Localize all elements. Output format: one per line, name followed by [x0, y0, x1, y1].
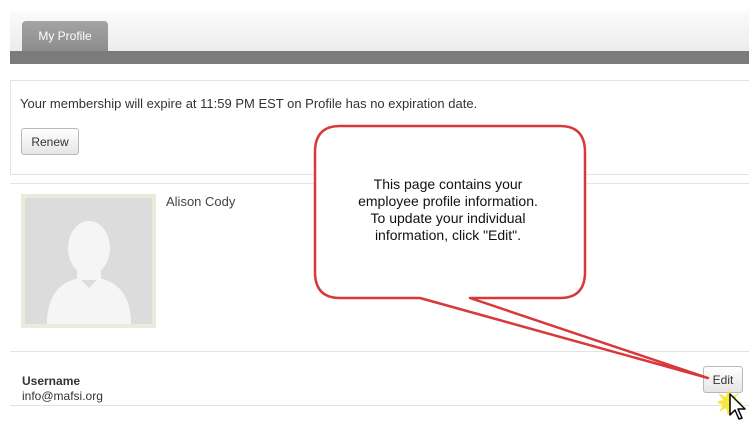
callout-line: To update your individual	[370, 210, 526, 226]
username-value: info@mafsi.org	[22, 389, 103, 403]
tab-bar	[10, 11, 749, 51]
membership-panel	[10, 80, 749, 175]
callout-line: information, click "Edit".	[374, 227, 522, 243]
person-silhouette-icon	[47, 221, 131, 324]
callout-line: employee profile information.	[358, 193, 538, 209]
profile-name: Alison Cody	[166, 194, 236, 209]
mouse-pointer-icon	[718, 389, 746, 420]
avatar	[21, 194, 156, 328]
tab-my-profile[interactable]: My Profile	[22, 21, 108, 51]
membership-message: Your membership will expire at 11:59 PM …	[20, 96, 478, 111]
username-label: Username	[22, 374, 81, 388]
username-panel	[10, 351, 749, 406]
renew-button[interactable]: Renew	[21, 128, 79, 155]
callout-line: This page contains your	[373, 176, 523, 192]
callout-text: This page contains your employee profile…	[328, 176, 568, 244]
tab-bar-divider	[10, 51, 749, 64]
